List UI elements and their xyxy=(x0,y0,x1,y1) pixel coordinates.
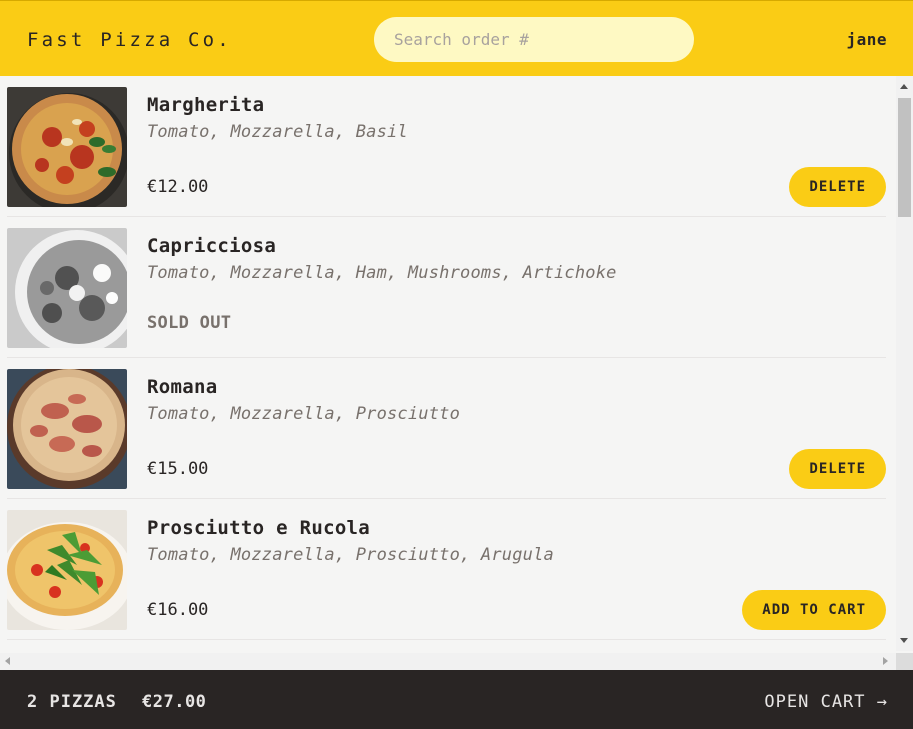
scrollbar-corner xyxy=(896,653,913,670)
scroll-right-icon[interactable] xyxy=(883,657,888,665)
pizza-price: €12.00 xyxy=(147,177,209,197)
pizza-ingredients: Tomato, Mozzarella, Prosciutto xyxy=(147,404,461,424)
pizza-image xyxy=(7,87,127,207)
delete-button[interactable]: DELETE xyxy=(789,449,886,489)
pizza-price: €15.00 xyxy=(147,459,209,479)
app-header: Fast Pizza Co. jane xyxy=(0,0,913,76)
scroll-down-icon[interactable] xyxy=(900,638,908,643)
menu-item: Romana Tomato, Mozzarella, Prosciutto €1… xyxy=(7,358,886,499)
delete-button[interactable]: DELETE xyxy=(789,167,886,207)
pizza-name: Margherita xyxy=(147,94,265,116)
cart-pizza-count: 2 PIZZAS xyxy=(27,692,117,712)
pizza-name: Capricciosa xyxy=(147,235,277,257)
sold-out-label: SOLD OUT xyxy=(147,313,232,333)
horizontal-scrollbar[interactable] xyxy=(0,653,896,670)
pizza-price: €16.00 xyxy=(147,600,209,620)
search-order-input[interactable] xyxy=(374,17,694,62)
menu-list: Margherita Tomato, Mozzarella, Basil €12… xyxy=(7,76,886,640)
menu-item: Capricciosa Tomato, Mozzarella, Ham, Mus… xyxy=(7,217,886,358)
vertical-scrollbar[interactable] xyxy=(896,76,913,651)
cart-overview-bar: 2 PIZZAS €27.00 OPEN CART → xyxy=(0,670,913,729)
scroll-left-icon[interactable] xyxy=(5,657,10,665)
pizza-image xyxy=(7,510,127,630)
scroll-up-icon[interactable] xyxy=(900,84,908,89)
pizza-name: Romana xyxy=(147,376,218,398)
username: jane xyxy=(846,30,887,49)
menu-item: Margherita Tomato, Mozzarella, Basil €12… xyxy=(7,76,886,217)
pizza-image xyxy=(7,369,127,489)
pizza-ingredients: Tomato, Mozzarella, Prosciutto, Arugula xyxy=(147,545,554,565)
pizza-ingredients: Tomato, Mozzarella, Ham, Mushrooms, Arti… xyxy=(147,263,617,283)
cart-total-price: €27.00 xyxy=(142,692,207,712)
pizza-image xyxy=(7,228,127,348)
menu-item: Prosciutto e Rucola Tomato, Mozzarella, … xyxy=(7,499,886,640)
pizza-name: Prosciutto e Rucola xyxy=(147,517,371,539)
add-to-cart-button[interactable]: ADD TO CART xyxy=(742,590,886,630)
brand-logo-link[interactable]: Fast Pizza Co. xyxy=(27,29,232,51)
menu-scroll-area: Margherita Tomato, Mozzarella, Basil €12… xyxy=(0,76,913,670)
pizza-ingredients: Tomato, Mozzarella, Basil xyxy=(147,122,408,142)
scrollbar-thumb[interactable] xyxy=(898,98,911,217)
open-cart-link[interactable]: OPEN CART → xyxy=(764,692,888,712)
